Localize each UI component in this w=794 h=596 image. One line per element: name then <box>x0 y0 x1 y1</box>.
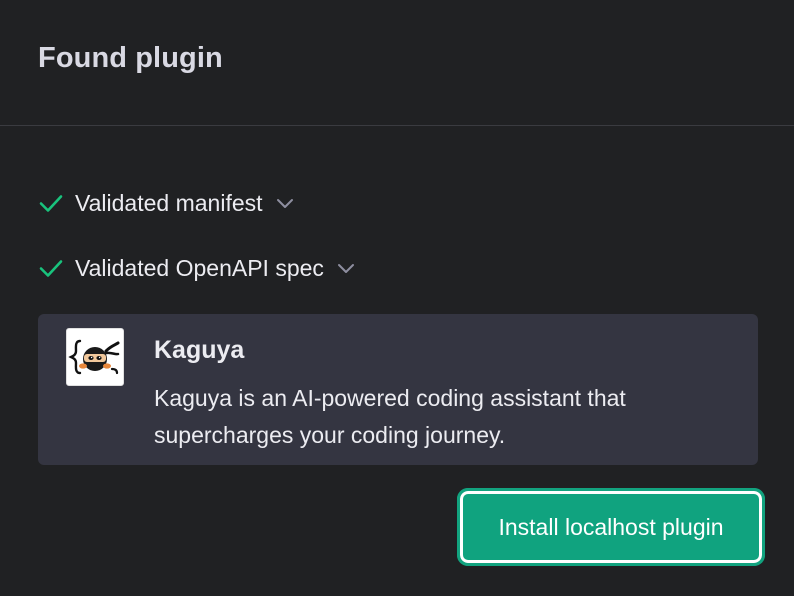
check-icon <box>38 255 64 281</box>
chevron-down-icon[interactable] <box>336 258 356 278</box>
modal-header: Found plugin <box>0 0 794 126</box>
plugin-card: Kaguya Kaguya is an AI-powered coding as… <box>38 314 758 465</box>
validation-item-openapi[interactable]: Validated OpenAPI spec <box>38 241 356 295</box>
validation-item-manifest[interactable]: Validated manifest <box>38 176 356 230</box>
page-title: Found plugin <box>38 42 223 74</box>
validation-label: Validated manifest <box>75 189 263 216</box>
kaguya-ninja-logo-icon <box>66 328 124 386</box>
plugin-modal: Found plugin Validated manifest Validate… <box>0 0 794 596</box>
plugin-description: Kaguya is an AI-powered coding assistant… <box>154 385 626 448</box>
chevron-down-icon[interactable] <box>275 193 295 213</box>
install-localhost-plugin-button[interactable]: Install localhost plugin <box>457 488 765 566</box>
validation-list: Validated manifest Validated OpenAPI spe… <box>38 176 356 306</box>
check-icon <box>38 190 64 216</box>
plugin-name: Kaguya <box>154 336 245 364</box>
validation-label: Validated OpenAPI spec <box>75 254 324 281</box>
